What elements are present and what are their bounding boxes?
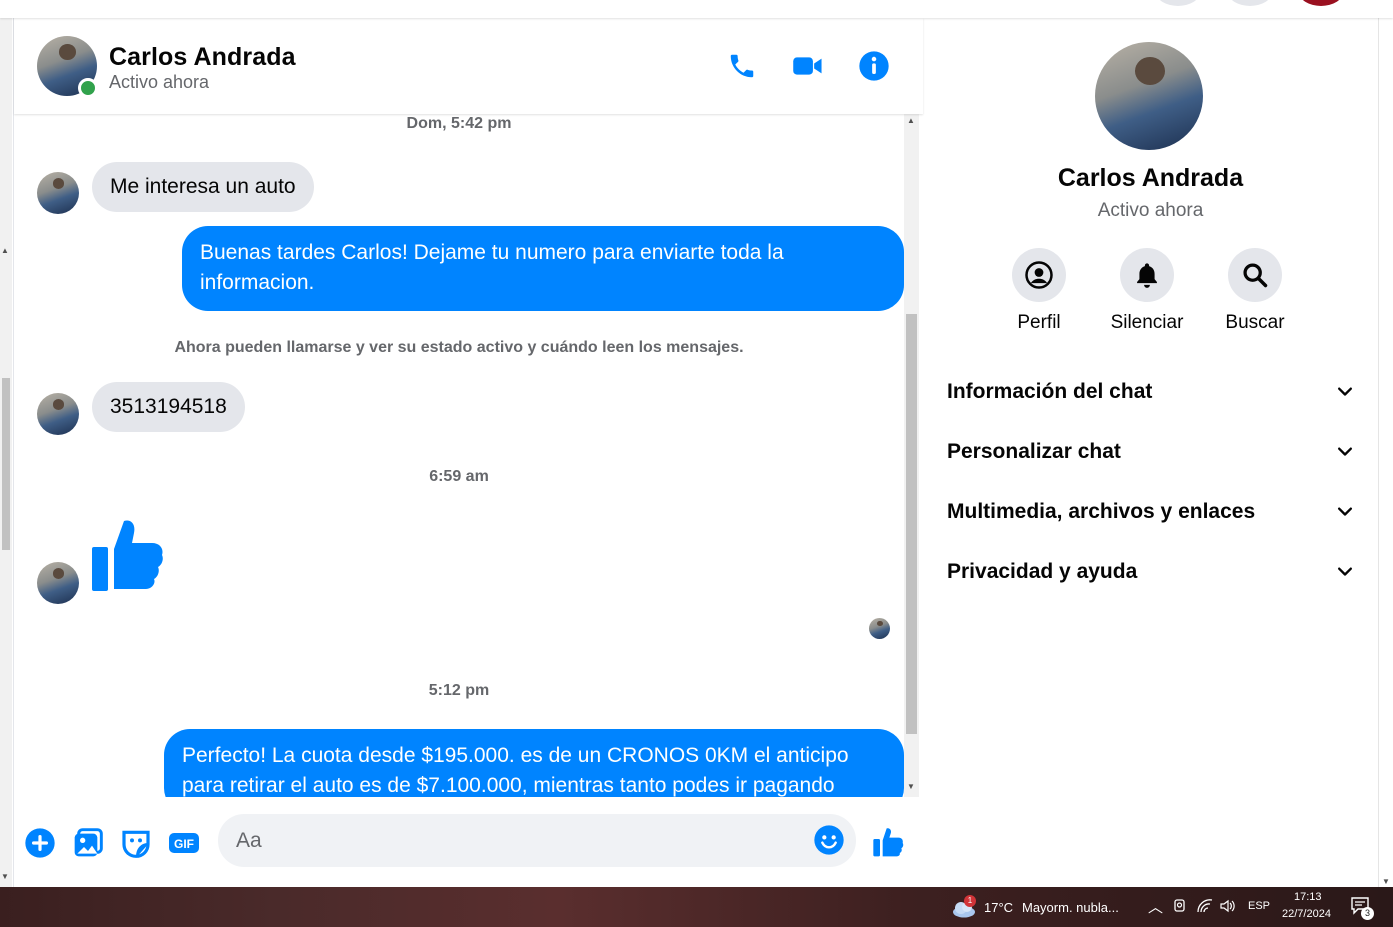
outgoing-message[interactable]: Perfecto! La cuota desde $195.000. es de… [164,729,904,797]
chevron-down-icon [1338,507,1352,516]
menu-circle-button[interactable] [1156,0,1200,6]
video-camera-icon[interactable] [790,48,826,84]
temperature[interactable]: 17°C [984,900,1013,915]
search-label: Buscar [1225,312,1285,333]
chevron-down-icon [1338,447,1352,456]
chat-scrollbar[interactable]: ▲ ▼ [904,114,919,797]
section-title: Privacidad y ayuda [947,560,1138,583]
search-icon[interactable] [1228,248,1282,302]
profile-avatar[interactable] [1095,42,1203,150]
meet-now-icon[interactable] [1173,898,1187,917]
search-button[interactable]: Buscar [1201,248,1309,334]
composer: GIF [14,814,923,872]
outgoing-message[interactable]: Buenas tardes Carlos! Dejame tu numero p… [182,226,904,311]
weather-text[interactable]: Mayorm. nubla... [1022,900,1119,915]
scroll-down-arrow-icon[interactable]: ▼ [907,782,915,791]
sender-avatar[interactable] [37,393,79,435]
like-sticker-icon[interactable] [90,519,166,595]
account-avatar-button[interactable] [1299,0,1343,6]
page-scrollbar-left[interactable]: ▲ ▼ [0,18,12,888]
image-icon[interactable] [71,826,105,860]
chat-header: Carlos Andrada Activo ahora [14,18,923,114]
timestamp: 5:12 pm [428,682,490,699]
scroll-up-arrow-icon[interactable]: ▲ [907,116,915,125]
mute-button[interactable]: Silenciar [1093,248,1201,334]
section-title: Información del chat [947,380,1153,403]
clock-time[interactable]: 17:13 [1294,891,1322,903]
section-media-files-links[interactable]: Multimedia, archivos y enlaces [947,492,1355,532]
notifications-circle-button[interactable] [1228,0,1272,6]
message-input[interactable] [218,814,856,867]
profile-button[interactable]: Perfil [985,248,1093,334]
sender-avatar[interactable] [37,172,79,214]
section-title: Personalizar chat [947,440,1121,463]
wifi-icon[interactable] [1196,898,1214,917]
contact-status: Activo ahora [109,72,210,92]
profile-icon[interactable] [1012,248,1066,302]
profile-status: Activo ahora [1097,200,1204,221]
plus-circle-icon[interactable] [23,826,57,860]
section-privacy-help[interactable]: Privacidad y ayuda [947,552,1355,592]
weather-badge: 1 [964,895,976,907]
chevron-up-icon[interactable]: ︿ [1148,896,1163,917]
gif-icon[interactable]: GIF [167,826,201,860]
scroll-down-arrow-icon[interactable]: ▼ [1382,877,1390,886]
sticker-icon[interactable] [119,826,153,860]
chat-pane: Carlos Andrada Activo ahora Dom, 5:42 pm… [13,18,924,887]
profile-label: Perfil [1017,312,1061,333]
info-icon[interactable] [856,48,892,84]
incoming-message[interactable]: 3513194518 [92,382,245,432]
section-chat-info[interactable]: Información del chat [947,372,1355,412]
contact-name[interactable]: Carlos Andrada [109,43,296,72]
emoji-icon[interactable] [813,824,847,858]
profile-name[interactable]: Carlos Andrada [923,164,1378,193]
mute-label: Silenciar [1110,312,1184,333]
conversation-info-panel: Carlos Andrada Activo ahora Perfil Silen… [923,18,1378,887]
section-customize-chat[interactable]: Personalizar chat [947,432,1355,472]
page-scrollbar-right[interactable]: ▼ [1378,18,1393,888]
taskbar: 1 17°C Mayorm. nubla... ︿ ESP 17:13 22/7… [0,887,1393,927]
timestamp: Dom, 5:42 pm [406,115,512,132]
scroll-down-arrow-icon[interactable]: ▼ [1,872,9,881]
clock-date[interactable]: 22/7/2024 [1282,908,1331,920]
section-title: Multimedia, archivos y enlaces [947,500,1256,523]
language-indicator[interactable]: ESP [1248,900,1270,912]
timestamp: 6:59 am [429,468,489,485]
volume-icon[interactable] [1219,898,1237,917]
scrollbar-thumb[interactable] [2,378,10,550]
system-notice: Ahora pueden llamarse y ver su estado ac… [174,339,744,356]
notification-count: 3 [1361,907,1374,920]
scrollbar-thumb[interactable] [906,314,917,734]
top-bar [0,0,1393,18]
like-icon[interactable] [871,826,905,860]
incoming-message[interactable]: Me interesa un auto [92,162,314,212]
message-list: Dom, 5:42 pm Me interesa un auto Buenas … [14,114,904,797]
seen-avatar [869,618,890,639]
chevron-down-icon [1338,567,1352,576]
sender-avatar[interactable] [37,562,79,604]
phone-icon[interactable] [724,48,760,84]
chevron-down-icon [1338,387,1352,396]
bell-icon[interactable] [1120,248,1174,302]
online-indicator [78,78,98,98]
svg-text:GIF: GIF [174,837,194,851]
scroll-up-arrow-icon[interactable]: ▲ [1,246,9,255]
